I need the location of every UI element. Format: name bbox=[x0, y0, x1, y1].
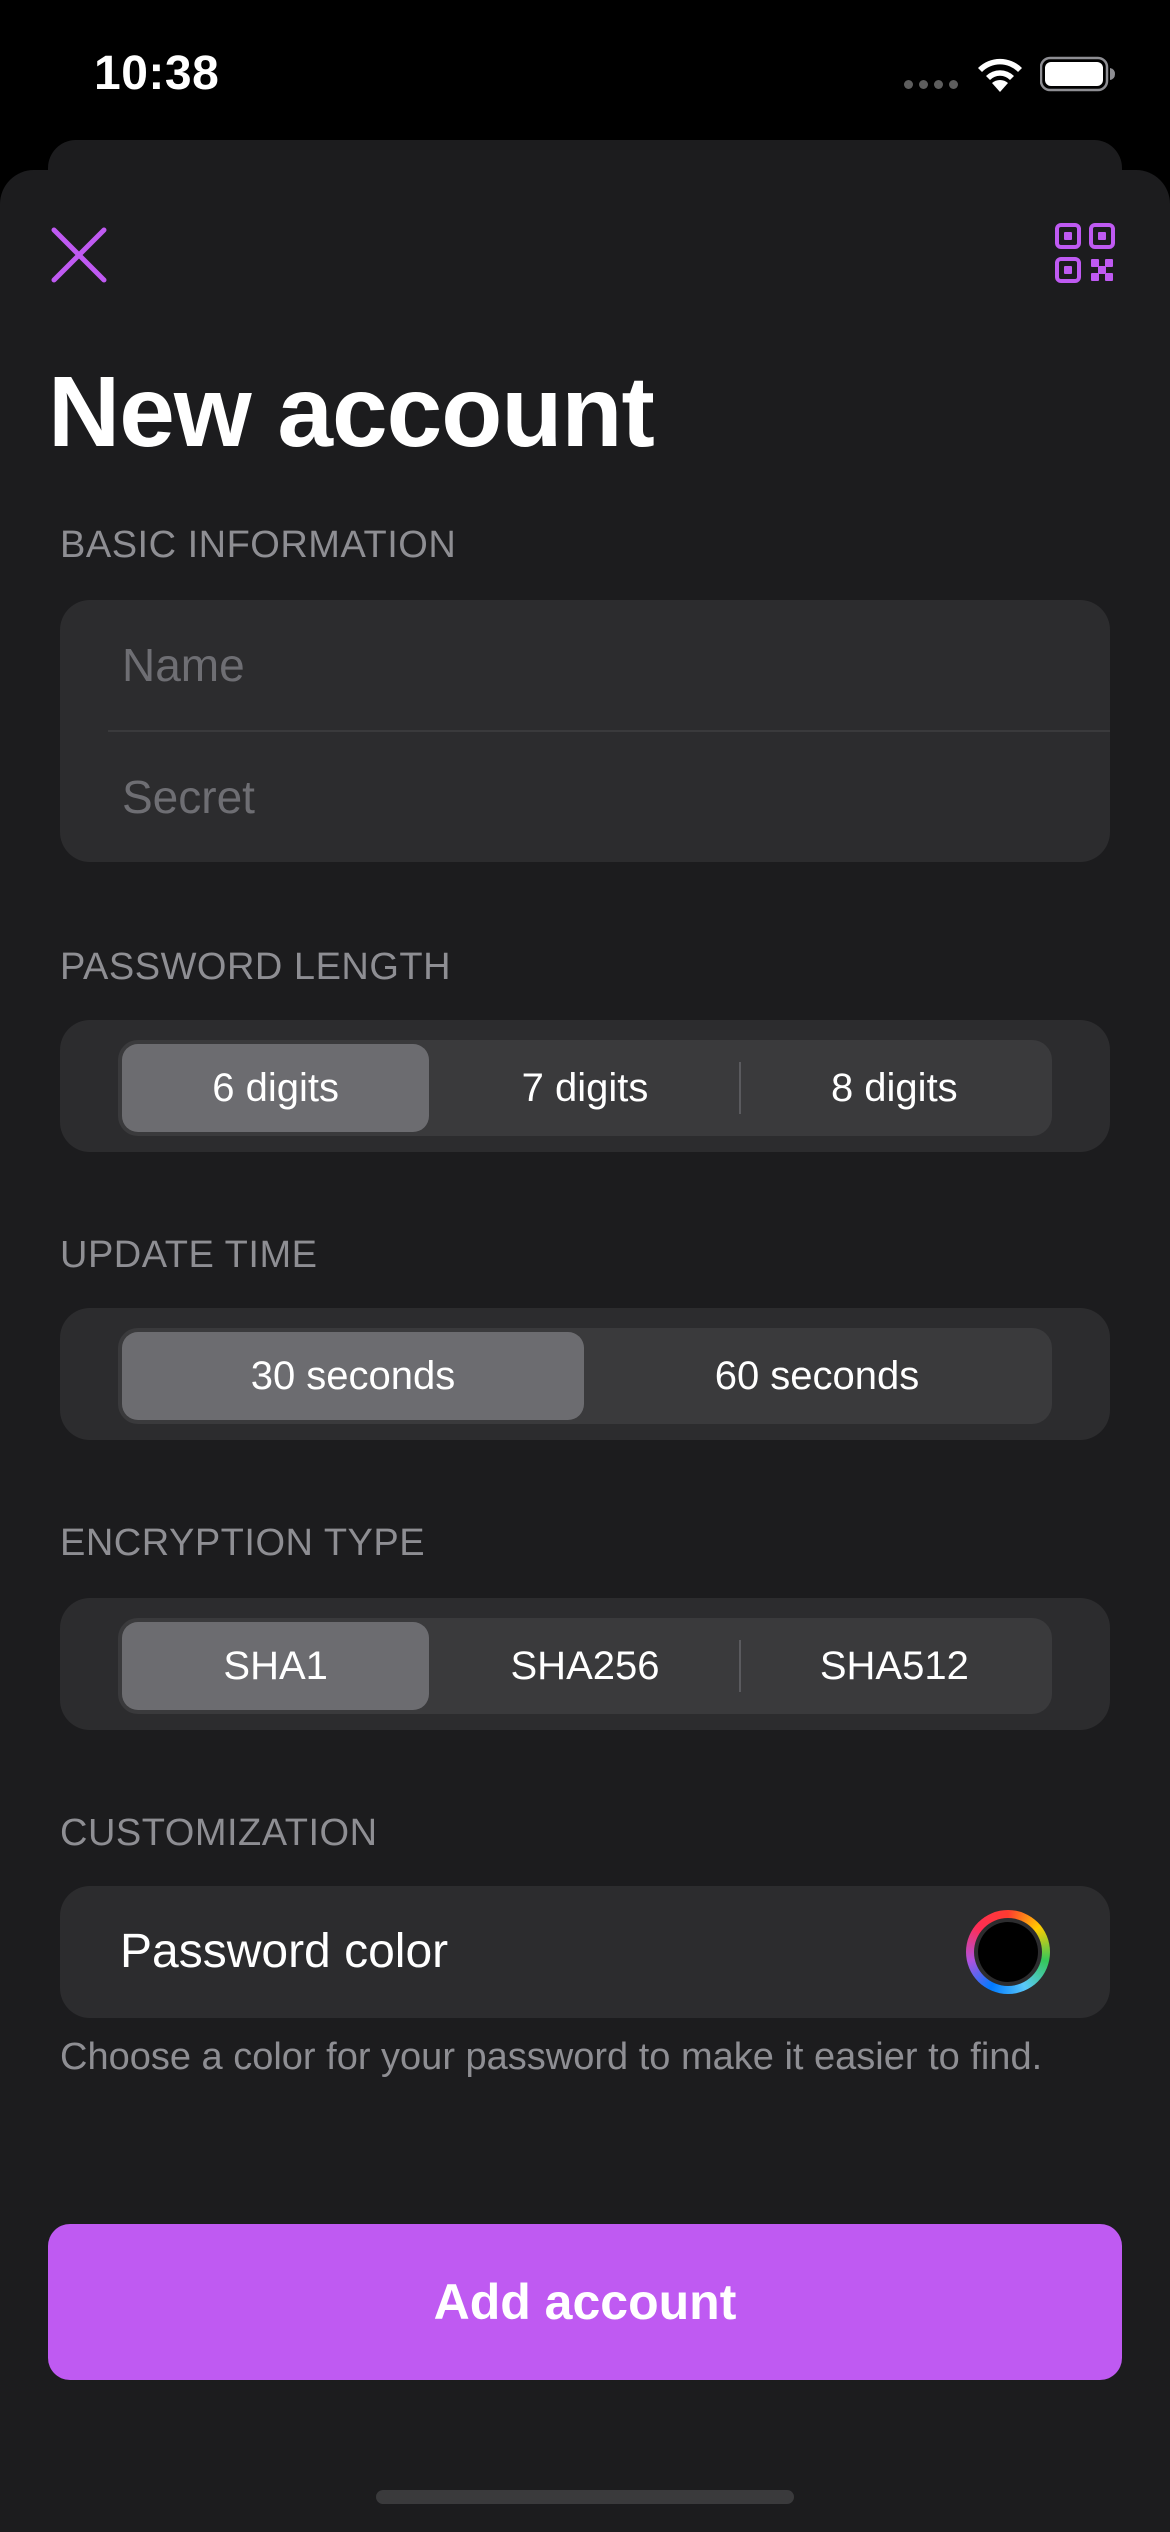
update-time-group: 30 seconds 60 seconds bbox=[60, 1308, 1110, 1440]
segment-sha512[interactable]: SHA512 bbox=[741, 1622, 1048, 1710]
color-picker-well[interactable] bbox=[966, 1910, 1050, 1994]
secret-field-row bbox=[60, 732, 1110, 862]
section-header-basic-information: BASIC INFORMATION bbox=[60, 524, 457, 566]
customization-group: Password color bbox=[60, 1886, 1110, 2018]
encryption-type-group: SHA1 SHA256 SHA512 bbox=[60, 1598, 1110, 1730]
section-header-customization: CUSTOMIZATION bbox=[60, 1812, 378, 1854]
name-field-row bbox=[60, 600, 1110, 732]
customization-footnote: Choose a color for your password to make… bbox=[60, 2036, 1043, 2078]
segment-sha256[interactable]: SHA256 bbox=[431, 1622, 738, 1710]
battery-icon bbox=[1040, 56, 1115, 92]
segment-8-digits[interactable]: 8 digits bbox=[741, 1044, 1048, 1132]
page-title: New account bbox=[48, 356, 655, 468]
name-input[interactable] bbox=[120, 600, 1080, 730]
segment-sha1[interactable]: SHA1 bbox=[122, 1622, 430, 1710]
encryption-type-segmented-control: SHA1 SHA256 SHA512 bbox=[118, 1618, 1052, 1714]
section-header-update-time: UPDATE TIME bbox=[60, 1234, 318, 1276]
selected-color-swatch bbox=[978, 1922, 1038, 1982]
password-length-group: 6 digits 7 digits 8 digits bbox=[60, 1020, 1110, 1152]
password-length-segmented-control: 6 digits 7 digits 8 digits bbox=[118, 1040, 1052, 1136]
segment-6-digits[interactable]: 6 digits bbox=[122, 1044, 430, 1132]
home-indicator bbox=[376, 2490, 794, 2504]
cellular-signal-icon bbox=[904, 80, 960, 92]
update-time-segmented-control: 30 seconds 60 seconds bbox=[118, 1328, 1052, 1424]
add-account-button[interactable]: Add account bbox=[48, 2224, 1122, 2380]
segment-30-seconds[interactable]: 30 seconds bbox=[122, 1332, 584, 1420]
wifi-icon bbox=[978, 58, 1022, 92]
basic-information-group bbox=[60, 600, 1110, 862]
status-bar: 10:38 bbox=[0, 0, 1170, 150]
secret-input[interactable] bbox=[120, 732, 1080, 862]
section-header-encryption-type: ENCRYPTION TYPE bbox=[60, 1522, 426, 1564]
segment-60-seconds[interactable]: 60 seconds bbox=[586, 1332, 1048, 1420]
section-header-password-length: PASSWORD LENGTH bbox=[60, 946, 452, 988]
status-time: 10:38 bbox=[94, 47, 220, 100]
password-color-label: Password color bbox=[120, 1924, 449, 1978]
segment-7-digits[interactable]: 7 digits bbox=[431, 1044, 738, 1132]
close-icon[interactable] bbox=[48, 224, 110, 286]
qr-code-icon[interactable] bbox=[1054, 222, 1116, 284]
